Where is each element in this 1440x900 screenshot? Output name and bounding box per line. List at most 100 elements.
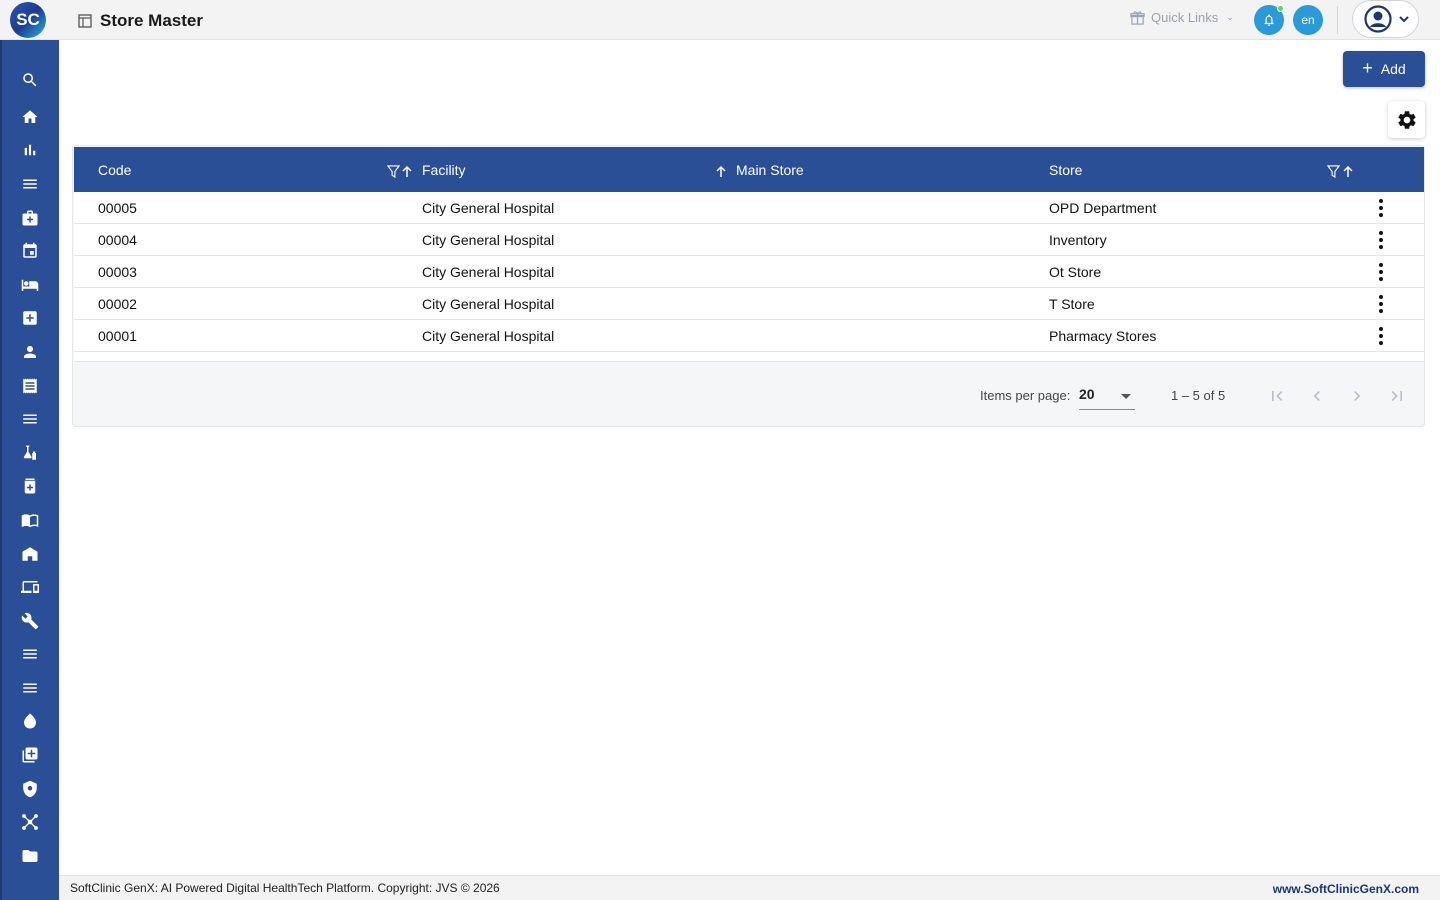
copyright-text: SoftClinic GenX: AI Powered Digital Heal… — [70, 881, 500, 895]
first-page-button[interactable] — [1265, 384, 1289, 408]
page-title: Store Master — [100, 11, 203, 30]
app-logo[interactable]: SC — [10, 2, 46, 38]
table-settings-button[interactable] — [1388, 101, 1425, 138]
medical-bag-icon[interactable] — [20, 208, 40, 228]
column-header-code[interactable]: Code — [98, 162, 131, 178]
sidebar — [0, 40, 59, 900]
search-icon[interactable] — [20, 70, 40, 90]
menu-icon[interactable] — [20, 644, 40, 664]
menu-icon[interactable] — [20, 678, 40, 698]
menu-icon[interactable] — [20, 174, 40, 194]
cell-facility: City General Hospital — [422, 200, 555, 216]
next-page-button[interactable] — [1345, 384, 1369, 408]
column-header-store[interactable]: Store — [1049, 162, 1082, 178]
row-actions-icon[interactable] — [1376, 263, 1386, 281]
table-scroll-area — [74, 352, 1424, 362]
chevron-right-icon — [1354, 391, 1361, 401]
hub-icon[interactable] — [20, 812, 40, 832]
cell-store: Pharmacy Stores — [1049, 328, 1157, 344]
person-icon[interactable] — [20, 342, 40, 362]
previous-page-button[interactable] — [1305, 384, 1329, 408]
row-actions-icon[interactable] — [1376, 231, 1386, 249]
table-row[interactable]: 00003 City General Hospital Ot Store — [74, 256, 1424, 288]
medical-plus-icon[interactable] — [20, 308, 40, 328]
cell-code: 00001 — [98, 328, 137, 344]
wrench-icon[interactable] — [20, 611, 40, 631]
store-icon[interactable] — [20, 544, 40, 564]
table-header: Code Facility Main Store Store — [74, 147, 1424, 192]
bell-icon — [1264, 14, 1274, 26]
devices-icon[interactable] — [20, 577, 40, 597]
cell-code: 00005 — [98, 200, 137, 216]
cell-code: 00004 — [98, 232, 137, 248]
bed-icon[interactable] — [20, 275, 40, 295]
first-page-icon — [1272, 391, 1283, 401]
blood-drop-icon[interactable] — [20, 711, 40, 731]
chevron-down-icon: ⌄ — [1226, 12, 1234, 22]
book-icon[interactable] — [20, 510, 40, 530]
table-row[interactable]: 00002 City General Hospital T Store — [74, 288, 1424, 320]
cell-store: Ot Store — [1049, 264, 1102, 280]
items-per-page-value: 20 — [1079, 386, 1095, 402]
cell-code: 00002 — [98, 296, 137, 312]
receipt-icon[interactable] — [20, 376, 40, 396]
bar-chart-icon[interactable] — [20, 140, 40, 160]
cell-facility: City General Hospital — [422, 232, 555, 248]
gift-icon — [1130, 11, 1145, 25]
column-header-main-store[interactable]: Main Store — [736, 162, 804, 178]
shield-icon[interactable] — [20, 779, 40, 799]
last-page-icon — [1391, 391, 1402, 401]
row-actions-icon[interactable] — [1376, 295, 1386, 313]
lab-icon[interactable] — [20, 443, 40, 463]
sort-arrow-up-icon[interactable] — [715, 166, 727, 178]
add-button-label: Add — [1380, 61, 1406, 77]
table-row[interactable]: 00004 City General Hospital Inventory — [74, 224, 1424, 256]
cell-store: T Store — [1049, 296, 1095, 312]
avatar-icon — [1364, 5, 1392, 33]
add-button[interactable]: + Add — [1343, 51, 1425, 87]
list-icon[interactable] — [20, 409, 40, 429]
home-icon[interactable] — [20, 107, 40, 127]
cell-store: Inventory — [1049, 232, 1107, 248]
add-library-icon[interactable] — [20, 745, 40, 765]
items-per-page-select[interactable]: 20 — [1079, 384, 1135, 410]
last-page-button[interactable] — [1385, 384, 1409, 408]
page-range-label: 1 – 5 of 5 — [1171, 388, 1226, 403]
chevron-left-icon — [1313, 391, 1320, 401]
footer: SoftClinic GenX: AI Powered Digital Heal… — [59, 875, 1440, 900]
cell-facility: City General Hospital — [422, 296, 555, 312]
calendar-icon[interactable] — [20, 241, 40, 261]
quick-links-menu[interactable]: Quick Links ⌄ — [1130, 10, 1234, 25]
page-icon — [78, 14, 92, 28]
pharmacy-bottle-icon[interactable] — [20, 476, 40, 496]
language-button[interactable]: en — [1293, 5, 1323, 35]
plus-icon: + — [1362, 58, 1373, 78]
cell-facility: City General Hospital — [422, 328, 555, 344]
store-table: Code Facility Main Store Store 00005 Cit… — [74, 147, 1424, 362]
chevron-down-icon — [1399, 16, 1409, 23]
table-row[interactable]: 00001 City General Hospital Pharmacy Sto… — [74, 320, 1424, 352]
dropdown-arrow-icon — [1121, 394, 1131, 399]
profile-menu-button[interactable] — [1352, 0, 1419, 38]
folder-icon[interactable] — [20, 846, 40, 866]
cell-code: 00003 — [98, 264, 137, 280]
notification-dot — [1277, 5, 1284, 12]
top-header: SC Store Master Quick Links ⌄ en — [0, 0, 1440, 40]
filter-icon[interactable] — [1327, 165, 1340, 178]
row-actions-icon[interactable] — [1376, 327, 1386, 345]
sort-arrow-up-icon[interactable] — [1342, 166, 1354, 178]
store-table-card: Code Facility Main Store Store 00005 Cit… — [72, 145, 1425, 427]
items-per-page-label: Items per page: — [980, 388, 1071, 403]
row-actions-icon[interactable] — [1376, 199, 1386, 217]
cell-facility: City General Hospital — [422, 264, 555, 280]
gear-icon — [1397, 110, 1416, 129]
website-link[interactable]: www.SoftClinicGenX.com — [1273, 882, 1419, 896]
column-header-facility[interactable]: Facility — [422, 162, 466, 178]
cell-store: OPD Department — [1049, 200, 1157, 216]
filter-icon[interactable] — [387, 165, 400, 178]
sort-arrow-up-icon[interactable] — [401, 166, 413, 178]
paginator: Items per page: 20 1 – 5 of 5 — [73, 366, 1426, 426]
quick-links-label: Quick Links — [1151, 10, 1219, 25]
table-row[interactable]: 00005 City General Hospital OPD Departme… — [74, 192, 1424, 224]
header-divider — [1337, 6, 1338, 34]
